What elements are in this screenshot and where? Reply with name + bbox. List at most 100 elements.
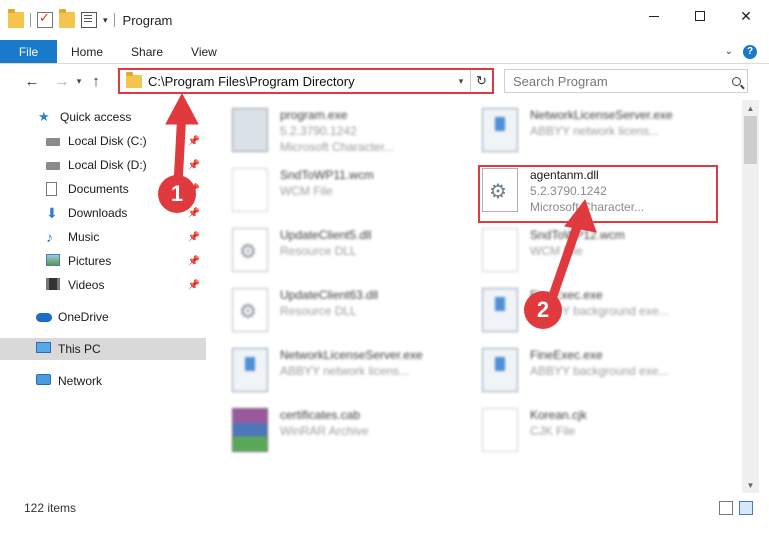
sidebar-item-local-disk-d[interactable]: Local Disk (D:) 📌 <box>0 154 206 176</box>
properties-icon[interactable] <box>81 12 97 28</box>
forward-button[interactable]: → <box>52 73 72 90</box>
file-item-certificates-cab[interactable]: certificates.cab WinRAR Archive <box>232 404 472 460</box>
pin-icon: 📌 <box>187 231 200 243</box>
file-item-networklicenseserver-exe[interactable]: NetworkLicenseServer.exe ABBYY network l… <box>482 104 722 160</box>
file-name: certificates.cab <box>280 408 361 422</box>
this-pc-icon <box>36 342 52 356</box>
sidebar-item-quick-access[interactable]: ★ Quick access <box>0 106 206 128</box>
minimize-button[interactable] <box>631 0 677 32</box>
close-button[interactable]: ✕ <box>723 0 769 32</box>
file-description: Microsoft Character... <box>280 140 395 154</box>
onedrive-icon <box>36 310 52 324</box>
downloads-icon: ⬇ <box>46 205 58 221</box>
divider <box>113 13 115 27</box>
maximize-button[interactable] <box>677 0 723 32</box>
sidebar-item-label: Documents <box>68 182 129 196</box>
file-type: Resource DLL <box>280 304 357 318</box>
ribbon-tabs: File Home Share View ⌄ ? <box>0 40 769 64</box>
page-icon <box>482 228 518 272</box>
annotation-badge-1: 1 <box>158 175 196 213</box>
recent-locations-dropdown-icon[interactable]: ▾ <box>72 76 86 87</box>
pin-icon: 📌 <box>187 255 200 267</box>
customize-toolbar-dropdown-icon[interactable]: ▾ <box>103 15 108 26</box>
tab-view[interactable]: View <box>177 40 231 63</box>
file-item-sndtowp12-wcm[interactable]: SndToWP12.wcm WCM File <box>482 224 722 280</box>
page-icon <box>482 408 518 452</box>
maximize-icon <box>695 11 705 21</box>
title-bar: ▾ Program ✕ <box>0 0 769 40</box>
search-input[interactable] <box>513 73 725 89</box>
address-bar[interactable]: C:\Program Files\Program Directory ▾ ↻ <box>118 68 494 94</box>
file-item-updateclient63-dll[interactable]: UpdateClient63.dll Resource DLL <box>232 284 472 340</box>
item-count: 122 items <box>24 501 77 515</box>
scrollbar-thumb[interactable] <box>744 116 757 164</box>
pin-icon: 📌 <box>187 159 200 171</box>
search-box[interactable] <box>504 69 748 93</box>
file-item-fineexec-exe[interactable]: FineExec.exe ABBYY background exe... <box>482 284 722 340</box>
expand-ribbon-chevron-icon[interactable]: ⌄ <box>725 46 733 57</box>
address-path[interactable]: C:\Program Files\Program Directory <box>148 74 452 89</box>
file-type: ABBYY network licens... <box>530 124 660 138</box>
file-type: WCM File <box>280 184 333 198</box>
sidebar-item-label: Quick access <box>60 110 132 124</box>
file-type: WinRAR Archive <box>280 424 369 438</box>
sidebar-item-videos[interactable]: Videos 📌 <box>0 274 206 296</box>
sidebar-item-label: Network <box>58 374 103 388</box>
file-name: SndToWP12.wcm <box>530 228 625 242</box>
sidebar-item-network[interactable]: Network <box>0 370 206 392</box>
details-view-icon[interactable] <box>719 501 733 515</box>
status-bar: 122 items <box>0 497 769 519</box>
close-icon: ✕ <box>740 7 752 24</box>
pin-icon: 📌 <box>187 207 200 219</box>
file-type: ABBYY background exe... <box>530 364 669 378</box>
back-button[interactable]: ← <box>22 73 42 90</box>
highlight-box-agentanm <box>478 165 718 223</box>
file-item-korean-cjk[interactable]: Korean.cjk CJK File <box>482 404 722 460</box>
file-name: NetworkLicenseServer.exe <box>280 348 423 362</box>
sidebar-item-local-disk-c[interactable]: Local Disk (C:) 📌 <box>0 130 206 152</box>
large-icons-view-icon[interactable] <box>739 501 753 515</box>
new-folder-icon[interactable] <box>59 9 75 28</box>
file-name: SndToWP11.wcm <box>280 168 374 182</box>
up-button[interactable]: ↑ <box>86 73 106 90</box>
tab-file[interactable]: File <box>0 40 57 63</box>
star-icon: ★ <box>38 109 50 124</box>
pin-icon: 📌 <box>187 279 200 291</box>
tab-share[interactable]: Share <box>117 40 177 63</box>
sidebar-item-label: Music <box>68 230 100 244</box>
sidebar-item-label: Local Disk (C:) <box>68 134 147 148</box>
file-item-updateclient5-dll[interactable]: UpdateClient5.dll Resource DLL <box>232 224 472 280</box>
gear-icon <box>232 288 268 332</box>
gear-icon <box>232 228 268 272</box>
file-item-networklicenseserver-exe-2[interactable]: NetworkLicenseServer.exe ABBYY network l… <box>232 344 472 400</box>
pictures-icon <box>46 254 62 268</box>
scroll-up-arrow-icon[interactable]: ▲ <box>742 100 759 116</box>
window-controls: ✕ <box>631 0 769 32</box>
sidebar-item-this-pc[interactable]: This PC <box>0 338 206 360</box>
file-name: NetworkLicenseServer.exe <box>530 108 673 122</box>
drive-icon <box>46 134 62 148</box>
properties-check-icon[interactable] <box>37 10 53 28</box>
sidebar-item-pictures[interactable]: Pictures 📌 <box>0 250 206 272</box>
music-icon: ♪ <box>46 229 53 245</box>
exe-icon <box>482 108 518 152</box>
network-icon <box>36 374 52 388</box>
file-item-program-exe[interactable]: program.exe 5.2.3790.1242 Microsoft Char… <box>232 104 472 160</box>
vertical-scrollbar[interactable]: ▲ ▼ <box>742 100 759 493</box>
search-icon[interactable] <box>725 76 747 86</box>
file-version: 5.2.3790.1242 <box>280 124 357 138</box>
sidebar-item-music[interactable]: ♪ Music 📌 <box>0 226 206 248</box>
file-name: Korean.cjk <box>530 408 587 422</box>
file-item-fineexec-exe-2[interactable]: FineExec.exe ABBYY background exe... <box>482 344 722 400</box>
file-type: ABBYY network licens... <box>280 364 410 378</box>
file-item-sndtowp11-wcm[interactable]: SndToWP11.wcm WCM File <box>232 164 472 220</box>
address-dropdown-icon[interactable]: ▾ <box>452 76 470 87</box>
tab-home[interactable]: Home <box>57 40 117 63</box>
window-title: Program <box>122 12 173 28</box>
scroll-down-arrow-icon[interactable]: ▼ <box>742 477 759 493</box>
sidebar-item-onedrive[interactable]: OneDrive <box>0 306 206 328</box>
annotation-badge-2: 2 <box>524 291 562 329</box>
refresh-button[interactable]: ↻ <box>470 70 492 92</box>
file-name: FineExec.exe <box>530 348 603 362</box>
help-icon[interactable]: ? <box>743 44 757 59</box>
